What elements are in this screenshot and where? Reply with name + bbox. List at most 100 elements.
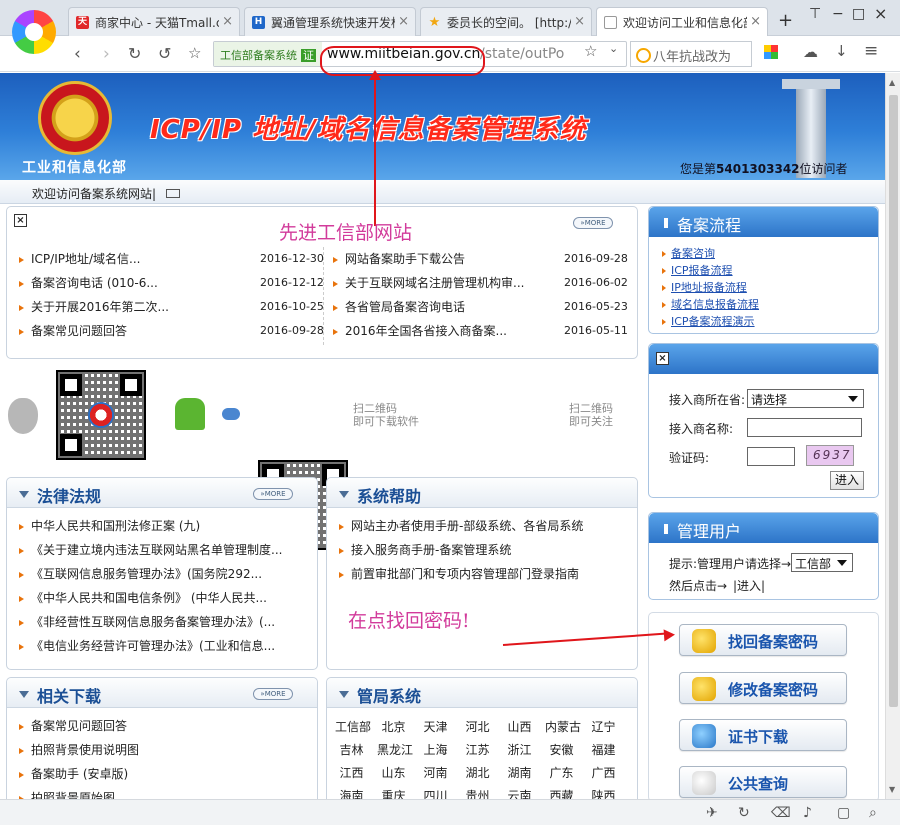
close-icon[interactable]: × (750, 14, 761, 29)
flow-links: 备案咨询 ICP报备流程 IP地址报备流程 域名信息报备流程 ICP备案流程演示 (661, 245, 759, 330)
refresh-icon[interactable]: ↻ (738, 805, 750, 821)
downloads-more-button[interactable]: »MORE (253, 688, 293, 700)
bureau-link[interactable]: 湖北 (461, 764, 494, 781)
bureau-link[interactable]: 安徽 (545, 741, 578, 758)
search-input[interactable]: 八年抗战改为 (630, 41, 752, 67)
close-window-button[interactable]: × (874, 4, 887, 23)
flow-link-consult[interactable]: 备案咨询 (661, 245, 759, 262)
zoom-icon[interactable]: ⌕ (869, 805, 877, 821)
captcha-input[interactable] (747, 447, 795, 466)
flow-link-ip[interactable]: IP地址报备流程 (661, 279, 759, 296)
bureau-link[interactable]: 工信部 (335, 718, 371, 735)
vertical-scrollbar[interactable]: ▲ ▼ (885, 73, 900, 799)
bureau-link[interactable]: 北京 (377, 718, 410, 735)
qr-follow-label: 扫二维码 即可关注 (569, 402, 613, 428)
list-item[interactable]: 《关于建立境内违法互联网站黑名单管理制度... (17, 538, 313, 562)
public-query-button[interactable]: 公共查询 (679, 766, 847, 798)
maximize-button[interactable]: □ (852, 6, 865, 22)
list-item[interactable]: 《互联网信息服务管理办法》(国务院292... (17, 562, 313, 586)
bureau-link[interactable]: 辽宁 (587, 718, 620, 735)
scrollbar-thumb[interactable] (889, 95, 898, 707)
isp-name-input[interactable] (747, 418, 862, 437)
back-icon[interactable]: ‹ (74, 44, 81, 64)
list-item[interactable]: ICP/IP地址/域名信... 2016-12-30 (17, 247, 324, 271)
forward-icon[interactable]: › (103, 44, 110, 64)
undo-icon[interactable]: ↺ (158, 44, 171, 63)
news-more-button[interactable]: »MORE (573, 217, 613, 229)
list-item[interactable]: 关于互联网域名注册管理机构审... 2016-06-02 (331, 271, 631, 295)
security-label[interactable]: 工信部备案系统证 (214, 42, 322, 66)
laws-more-button[interactable]: »MORE (253, 488, 293, 500)
list-item[interactable]: 2016年全国各省接入商备案... 2016-05-11 (331, 319, 631, 343)
list-item[interactable]: 《电信业务经营许可管理办法》(工业和信息... (17, 634, 313, 658)
admin-enter-link[interactable]: |进入| (733, 577, 765, 594)
skin-icon[interactable]: ⊤ (809, 6, 821, 22)
captcha-image[interactable]: 6937 (806, 445, 854, 466)
window-icon[interactable]: ▢ (837, 805, 850, 821)
recover-password-button[interactable]: 找回备案密码 (679, 624, 847, 656)
flow-link-icp[interactable]: ICP报备流程 (661, 262, 759, 279)
certificate-download-button[interactable]: 证书下载 (679, 719, 847, 751)
list-item[interactable]: 各省管局备案咨询电话 2016-05-23 (331, 295, 631, 319)
star-icon[interactable]: ☆ (584, 42, 597, 60)
list-item[interactable]: 拍照背景使用说明图 (17, 738, 313, 762)
list-item[interactable]: 前置审批部门和专项内容管理部门登录指南 (337, 562, 633, 586)
volume-icon[interactable]: ♪ (803, 805, 812, 821)
minimize-button[interactable]: − (832, 6, 844, 22)
close-icon[interactable]: × (574, 14, 585, 29)
tab-yitong[interactable]: H 翼通管理系统快速开发框 × (244, 7, 416, 36)
scroll-down-icon[interactable]: ▼ (889, 785, 895, 794)
apps-icon[interactable] (764, 45, 778, 59)
tab-tmall[interactable]: 天 商家中心 - 天猫Tmall.co × (68, 7, 240, 36)
menu-icon[interactable]: ≡ (864, 41, 878, 61)
close-icon[interactable]: × (222, 14, 233, 29)
bureau-link[interactable]: 山东 (377, 764, 410, 781)
change-password-button[interactable]: 修改备案密码 (679, 672, 847, 704)
pin-icon[interactable]: ✈ (706, 805, 718, 821)
bureau-link[interactable]: 山西 (503, 718, 536, 735)
list-item[interactable]: 备案常见问题回答 (17, 714, 313, 738)
bureau-link[interactable]: 江苏 (461, 741, 494, 758)
bureau-link[interactable]: 上海 (419, 741, 452, 758)
cloud-icon[interactable]: ☁ (803, 43, 818, 61)
flow-link-domain[interactable]: 域名信息报备流程 (661, 296, 759, 313)
list-item[interactable]: 接入服务商手册-备案管理系统 (337, 538, 633, 562)
enter-button[interactable]: 进入 (830, 471, 864, 490)
browser-logo-icon[interactable] (12, 10, 56, 54)
bureau-link[interactable]: 黑龙江 (377, 741, 413, 758)
tab-miit[interactable]: 欢迎访问工业和信息化部 × (596, 7, 768, 37)
tab-space[interactable]: ★ 委员长的空间。 [http://2 × (420, 7, 592, 36)
list-item[interactable]: 关于开展2016年第二次... 2016-10-25 (17, 295, 324, 319)
flow-link-demo[interactable]: ICP备案流程演示 (661, 313, 759, 330)
bureau-link[interactable]: 湖南 (503, 764, 536, 781)
list-item[interactable]: 中华人民共和国刑法修正案 (九) (17, 514, 313, 538)
close-icon[interactable]: × (398, 14, 409, 29)
scroll-up-icon[interactable]: ▲ (889, 78, 895, 87)
list-item[interactable]: 备案常见问题回答 2016-09-28 (17, 319, 324, 343)
bureau-link[interactable]: 天津 (419, 718, 452, 735)
bureau-link[interactable]: 河南 (419, 764, 452, 781)
new-tab-button[interactable]: + (778, 10, 793, 31)
bureau-link[interactable]: 吉林 (335, 741, 368, 758)
bureau-link[interactable]: 浙江 (503, 741, 536, 758)
list-item[interactable]: 备案咨询电话 (010-6... 2016-12-12 (17, 271, 324, 295)
help-list: 网站主办者使用手册-部级系统、各省局系统 接入服务商手册-备案管理系统 前置审批… (337, 514, 633, 586)
list-item[interactable]: 备案助手 (安卓版) (17, 762, 313, 786)
list-item[interactable]: 网站备案助手下载公告 2016-09-28 (331, 247, 631, 271)
list-item[interactable]: 《中华人民共和国电信条例》 (中华人民共... (17, 586, 313, 610)
reload-icon[interactable]: ↻ (128, 44, 141, 63)
trash-icon[interactable]: ⌫ (771, 805, 791, 821)
bureau-link[interactable]: 福建 (587, 741, 620, 758)
bureau-link[interactable]: 江西 (335, 764, 368, 781)
bureau-link[interactable]: 广西 (587, 764, 620, 781)
list-item[interactable]: 《非经营性互联网信息服务备案管理办法》(... (17, 610, 313, 634)
bureau-link[interactable]: 河北 (461, 718, 494, 735)
list-item[interactable]: 网站主办者使用手册-部级系统、各省局系统 (337, 514, 633, 538)
province-select[interactable]: 请选择 (747, 389, 864, 408)
bureau-link[interactable]: 广东 (545, 764, 578, 781)
chevron-down-icon[interactable]: ⌄ (609, 42, 618, 55)
download-icon[interactable]: ↓ (835, 42, 848, 60)
admin-select[interactable]: 工信部 (791, 553, 853, 572)
bureau-link[interactable]: 内蒙古 (545, 718, 581, 735)
bookmark-star-icon[interactable]: ☆ (188, 44, 201, 62)
